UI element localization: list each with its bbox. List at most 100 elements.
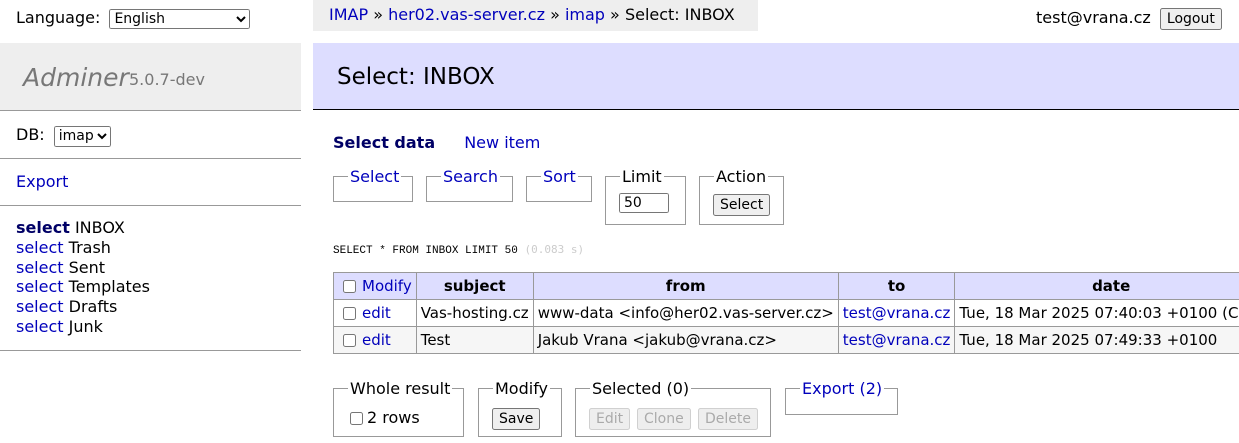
export-fieldset: Export (2) bbox=[785, 379, 898, 415]
select-table-link[interactable]: select bbox=[16, 277, 64, 296]
modify-header: Modify bbox=[333, 272, 417, 300]
divider bbox=[0, 350, 301, 351]
table-name[interactable]: Trash bbox=[69, 238, 111, 257]
breadcrumb-server[interactable]: her02.vas-server.cz bbox=[388, 5, 545, 24]
language-label: Language: bbox=[16, 8, 101, 27]
db-select[interactable]: imap bbox=[53, 125, 111, 147]
row-checkbox[interactable] bbox=[343, 334, 356, 347]
select-fieldset: Select bbox=[333, 167, 413, 202]
sort-fieldset: Sort bbox=[526, 167, 592, 202]
select-table-link[interactable]: select bbox=[16, 258, 64, 277]
action-fieldset: Action Select bbox=[699, 167, 784, 225]
modify-fieldset: Modify Save bbox=[478, 379, 562, 437]
cell-from: Jakub Vrana <jakub@vrana.cz> bbox=[532, 326, 839, 354]
user-box: test@vrana.cz Logout bbox=[1036, 8, 1222, 30]
table-row: edit Test Jakub Vrana <jakub@vrana.cz> t… bbox=[333, 326, 1239, 354]
row-edit-link[interactable]: edit bbox=[362, 331, 391, 349]
brand-name[interactable]: Adminer bbox=[23, 63, 129, 92]
breadcrumb: IMAP » her02.vas-server.cz » imap » Sele… bbox=[313, 0, 758, 31]
brand-header: Adminer 5.0.7-dev bbox=[0, 43, 301, 111]
table-list: select INBOX select Trash select Sent selec… bbox=[16, 218, 150, 337]
limit-legend: Limit bbox=[620, 167, 664, 187]
sidebar-table-item: select Templates bbox=[16, 277, 150, 297]
select-table-link[interactable]: select bbox=[16, 317, 64, 336]
table-name[interactable]: Sent bbox=[69, 258, 105, 277]
modify-link[interactable]: Modify bbox=[362, 277, 412, 295]
save-button[interactable]: Save bbox=[492, 408, 541, 430]
breadcrumb-root[interactable]: IMAP bbox=[329, 5, 368, 24]
db-label: DB: bbox=[16, 125, 45, 144]
language-selector: Language: English bbox=[16, 8, 251, 29]
table-name[interactable]: Junk bbox=[69, 317, 103, 336]
sidebar-table-item: select INBOX bbox=[16, 218, 150, 238]
row-edit-link[interactable]: edit bbox=[362, 304, 391, 322]
cell-to: test@vrana.cz bbox=[837, 299, 956, 327]
sidebar-export-link[interactable]: Export bbox=[16, 172, 68, 191]
table-name[interactable]: INBOX bbox=[75, 218, 125, 237]
sidebar-table-item: select Trash bbox=[16, 238, 150, 258]
whole-result-checkbox[interactable] bbox=[350, 412, 363, 425]
select-all-checkbox[interactable] bbox=[343, 280, 356, 293]
sidebar-table-item: select Sent bbox=[16, 258, 150, 278]
table-name[interactable]: Drafts bbox=[69, 297, 118, 316]
whole-result-legend: Whole result bbox=[348, 379, 453, 399]
breadcrumb-db[interactable]: imap bbox=[565, 5, 605, 24]
sidebar-table-item: select Drafts bbox=[16, 297, 150, 317]
table-name[interactable]: Templates bbox=[69, 277, 150, 296]
row-checkbox[interactable] bbox=[343, 307, 356, 320]
edit-selected-button[interactable]: Edit bbox=[589, 408, 631, 430]
action-legend: Action bbox=[714, 167, 769, 187]
query-time: (0.083 s) bbox=[524, 243, 585, 256]
delete-button[interactable]: Delete bbox=[698, 408, 758, 430]
cell-to-link[interactable]: test@vrana.cz bbox=[843, 331, 951, 349]
breadcrumb-current: Select: INBOX bbox=[624, 5, 735, 24]
search-link[interactable]: Search bbox=[441, 167, 500, 187]
select-table-link[interactable]: select bbox=[16, 297, 64, 316]
page-title: Select: INBOX bbox=[337, 64, 495, 90]
cell-subject: Vas-hosting.cz bbox=[415, 299, 534, 327]
cell-to-link[interactable]: test@vrana.cz bbox=[843, 304, 951, 322]
data-table: Modify subject from to date edit Vas-hos… bbox=[333, 272, 1239, 354]
row-select-cell: edit bbox=[333, 299, 417, 327]
column-header-date[interactable]: date bbox=[954, 272, 1239, 300]
cell-date: Tue, 18 Mar 2025 07:49:33 +0100 bbox=[954, 326, 1239, 354]
row-select-cell: edit bbox=[333, 326, 417, 354]
table-row: edit Vas-hosting.cz www-data <info@her02… bbox=[333, 299, 1239, 327]
language-select[interactable]: English bbox=[109, 9, 251, 29]
limit-input[interactable] bbox=[619, 193, 669, 213]
page-header: Select: INBOX bbox=[313, 43, 1239, 110]
export-results-link[interactable]: Export (2) bbox=[800, 379, 885, 399]
limit-fieldset: Limit bbox=[605, 167, 686, 225]
select-table-link[interactable]: select bbox=[16, 218, 70, 237]
logout-button[interactable]: Logout bbox=[1159, 8, 1222, 30]
cell-subject: Test bbox=[415, 326, 534, 354]
modify-legend: Modify bbox=[493, 379, 551, 399]
db-selector: DB: imap bbox=[16, 125, 111, 147]
content-links: Select data New item bbox=[333, 133, 540, 152]
sort-link[interactable]: Sort bbox=[541, 167, 578, 187]
divider bbox=[0, 158, 301, 159]
column-header-to[interactable]: to bbox=[837, 272, 956, 300]
select-table-link[interactable]: select bbox=[16, 238, 64, 257]
sidebar-table-item: select Junk bbox=[16, 317, 150, 337]
divider bbox=[0, 205, 301, 206]
breadcrumb-separator: » bbox=[610, 5, 620, 24]
table-header-row: Modify subject from to date bbox=[333, 272, 1239, 300]
column-header-subject[interactable]: subject bbox=[415, 272, 534, 300]
column-header-from[interactable]: from bbox=[532, 272, 839, 300]
search-fieldset: Search bbox=[426, 167, 513, 202]
sql-query: SELECT * FROM INBOX LIMIT 50 (0.083 s) bbox=[333, 243, 584, 257]
whole-result-fieldset: Whole result 2 rows bbox=[333, 379, 464, 437]
clone-button[interactable]: Clone bbox=[637, 408, 691, 430]
sql-text[interactable]: SELECT * FROM INBOX LIMIT 50 bbox=[333, 245, 518, 257]
whole-result-label[interactable]: 2 rows bbox=[338, 408, 420, 427]
cell-to: test@vrana.cz bbox=[837, 326, 956, 354]
selected-fieldset: Selected (0) Edit Clone Delete bbox=[575, 379, 771, 437]
selected-legend: Selected (0) bbox=[590, 379, 692, 399]
select-button[interactable]: Select bbox=[713, 194, 771, 216]
select-data-link[interactable]: Select data bbox=[333, 133, 435, 152]
breadcrumb-separator: » bbox=[373, 5, 384, 24]
breadcrumb-separator: » bbox=[550, 5, 560, 24]
select-columns-link[interactable]: Select bbox=[348, 167, 402, 187]
new-item-link[interactable]: New item bbox=[464, 133, 540, 152]
